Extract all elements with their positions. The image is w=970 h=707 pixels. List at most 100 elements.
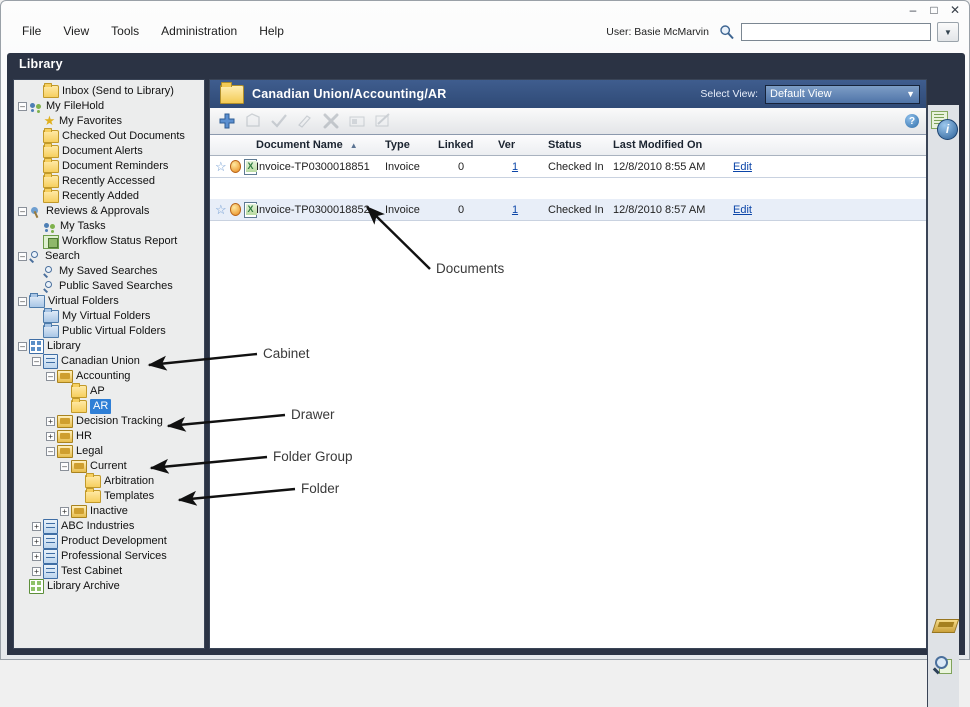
collapse-icon[interactable]: – [18,342,27,351]
tree-item-library-archive[interactable]: Library Archive [18,579,204,594]
tree-item-legal[interactable]: – Legal [18,444,204,459]
tree-item-ar[interactable]: AR [18,398,204,414]
expand-icon[interactable]: + [32,522,41,531]
tree-item-reviews-approvals[interactable]: – Reviews & Approvals [18,204,204,219]
inbox-tray-icon[interactable] [931,613,960,639]
tree-item-label: Current [90,460,127,472]
column-header-modified[interactable]: Last Modified On [613,135,702,155]
collapse-icon[interactable]: – [46,447,55,456]
tree-item-checked-out-documents[interactable]: Checked Out Documents [18,128,204,144]
edit-link[interactable]: Edit [733,161,752,173]
cell-action[interactable]: Edit [733,156,793,177]
tree-item-recently-added[interactable]: Recently Added [18,188,204,204]
maximize-button[interactable]: □ [928,4,940,16]
edit-link[interactable]: Edit [733,204,752,216]
tree-item-recently-accessed[interactable]: Recently Accessed [18,173,204,189]
column-header-linked[interactable]: Linked [438,135,473,155]
table-row[interactable]: ☆ Invoice-TP0300018851 Invoice 0 1 Checked In… [210,156,926,178]
menu-item-file[interactable]: File [11,21,52,41]
tree-item-library[interactable]: – Library [18,339,204,354]
alert-circle-icon[interactable] [229,203,241,216]
expand-icon[interactable]: + [32,537,41,546]
column-header-ver[interactable]: Ver [498,135,515,155]
column-header-row: Document Name ▲ Type Linked Ver Status Last Mo… [210,135,926,156]
tree-item-decision-tracking[interactable]: + Decision Tracking [18,414,204,429]
cell-name: Invoice-TP0300018851 [256,156,406,177]
tree-item-product-development[interactable]: + Product Development [18,534,204,549]
tree-item-public-saved-searches[interactable]: Public Saved Searches [18,279,204,294]
favorite-star-icon[interactable]: ☆ [215,203,227,216]
column-header-status[interactable]: Status [548,135,582,155]
search-input[interactable] [741,23,931,41]
cell-ver-value[interactable]: 1 [512,161,518,173]
tree-item-virtual-folders[interactable]: – Virtual Folders [18,293,204,309]
tree-item-workflow-status-report[interactable]: Workflow Status Report [18,234,204,249]
tree-item-label: Document Alerts [62,145,143,157]
tree-item-accounting[interactable]: – Accounting [18,369,204,384]
collapse-icon[interactable]: – [46,372,55,381]
alert-circle-icon[interactable] [229,160,241,173]
help-icon[interactable]: ? [905,114,919,128]
favorite-star-icon[interactable]: ☆ [215,160,227,173]
tree-item-test-cabinet[interactable]: + Test Cabinet [18,564,204,579]
collapse-icon[interactable]: – [18,297,27,306]
add-document-button[interactable] [216,110,238,132]
tree-item-professional-services[interactable]: + Professional Services [18,549,204,564]
tree-item-search[interactable]: – Search [18,249,204,264]
menubar: File View Tools Administration Help [1,19,295,43]
minimize-button[interactable]: – [907,4,919,16]
expand-icon[interactable]: + [60,507,69,516]
tree-item-inactive[interactable]: + Inactive [18,504,204,519]
tree-item-my-virtual-folders[interactable]: My Virtual Folders [18,308,204,324]
menu-item-help[interactable]: Help [248,21,295,41]
tree-item-document-alerts[interactable]: Document Alerts [18,143,204,159]
tree-item-label: Library [47,340,81,352]
expand-icon[interactable]: + [32,552,41,561]
collapse-icon[interactable]: – [32,357,41,366]
cell-ver[interactable]: 1 [498,156,532,177]
tree-item-ap[interactable]: AP [18,383,204,399]
menu-item-administration[interactable]: Administration [150,21,248,41]
expand-icon[interactable]: + [46,432,55,441]
cell-ver-value[interactable]: 1 [512,204,518,216]
tree-item-my-tasks[interactable]: My Tasks [18,219,204,234]
select-view-label: Select View: [700,88,758,100]
menu-item-view[interactable]: View [52,21,100,41]
row-icons: ☆ [215,199,257,220]
tree-item-templates[interactable]: Templates [18,488,204,504]
column-header-type[interactable]: Type [385,135,410,155]
cell-ver[interactable]: 1 [498,199,532,220]
search-options-dropdown[interactable]: ▼ [937,22,959,42]
tree-item-public-virtual-folders[interactable]: Public Virtual Folders [18,323,204,339]
tree-item-current[interactable]: – Current [18,459,204,474]
library-tree-panel[interactable]: Inbox (Send to Library) – My FileHold ★ My F… [13,79,205,649]
tree-item-document-reminders[interactable]: Document Reminders [18,158,204,174]
document-info-icon[interactable]: i [931,107,958,140]
tree-item-canadian-union[interactable]: – Canadian Union [18,354,204,369]
tree-item-my-saved-searches[interactable]: My Saved Searches [18,264,204,279]
menu-item-tools[interactable]: Tools [100,21,150,41]
tree-item-inbox-send-to-library[interactable]: Inbox (Send to Library) [18,83,204,99]
collapse-icon[interactable]: – [18,252,27,261]
tree-item-label: Public Saved Searches [59,280,173,292]
table-row[interactable]: ☆ Invoice-TP0300018852 Invoice 0 1 Checked In… [210,199,926,221]
tree-item-arbitration[interactable]: Arbitration [18,473,204,489]
column-header-name[interactable]: Document Name ▲ [256,135,358,155]
search-document-icon[interactable] [931,653,957,679]
close-button[interactable]: ✕ [949,4,961,16]
tree-item-my-favorites[interactable]: ★ My Favorites [18,114,204,129]
expand-icon[interactable]: + [46,417,55,426]
collapse-icon[interactable]: – [18,207,27,216]
tree-item-abc-industries[interactable]: + ABC Industries [18,519,204,534]
tree-item-label: Library Archive [47,580,120,592]
chevron-down-icon: ▼ [944,27,952,37]
expand-icon[interactable]: + [32,567,41,576]
collapse-icon[interactable]: – [60,462,69,471]
cell-action[interactable]: Edit [733,199,793,220]
tree-item-label: My Virtual Folders [62,310,151,322]
tree-item-my-filehold[interactable]: – My FileHold [18,99,204,114]
select-view-dropdown[interactable]: Default View ▼ [765,84,920,104]
tree-item-hr[interactable]: + HR [18,429,204,444]
collapse-icon[interactable]: – [18,102,27,111]
